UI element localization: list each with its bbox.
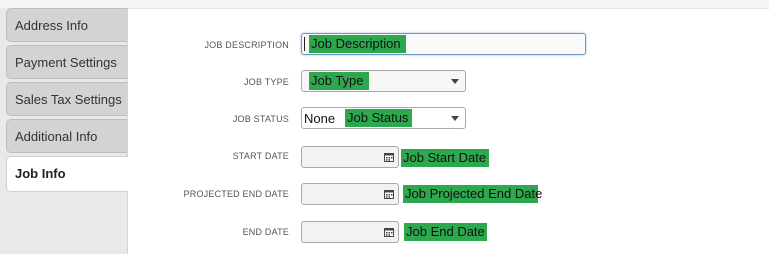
calendar-icon[interactable] [384,189,394,199]
chevron-down-icon[interactable] [451,79,459,84]
tab-label: Additional Info [15,129,98,144]
tab-sales-tax-settings[interactable]: Sales Tax Settings [6,82,127,116]
tab-label: Payment Settings [15,55,117,70]
end-date-label: END DATE [242,227,289,237]
job-status-value: Job Status [345,109,412,127]
tab-additional-info[interactable]: Additional Info [6,119,127,153]
projected-end-date-label: PROJECTED END DATE [183,189,289,199]
tab-label: Address Info [15,18,88,33]
calendar-icon[interactable] [384,152,394,162]
tab-address-info[interactable]: Address Info [6,8,127,42]
tab-payment-settings[interactable]: Payment Settings [6,45,127,79]
end-date-value: Job End Date [404,223,487,241]
job-description-value: Job Description [309,35,406,53]
tab-label: Sales Tax Settings [15,92,122,107]
job-description-label: JOB DESCRIPTION [204,40,289,50]
text-cursor [304,37,305,51]
calendar-icon[interactable] [384,227,394,237]
projected-end-date-value: Job Projected End Date [403,185,543,203]
job-status-label: JOB STATUS [232,114,289,124]
chevron-down-icon[interactable] [451,116,459,121]
start-date-label: START DATE [232,151,289,161]
tab-job-info[interactable]: Job Info [6,156,128,192]
tab-label: Job Info [15,166,66,181]
job-type-label: JOB TYPE [244,77,289,87]
start-date-value: Job Start Date [401,149,489,167]
job-type-value: Job Type [309,72,369,90]
job-status-selected: None [304,111,336,126]
